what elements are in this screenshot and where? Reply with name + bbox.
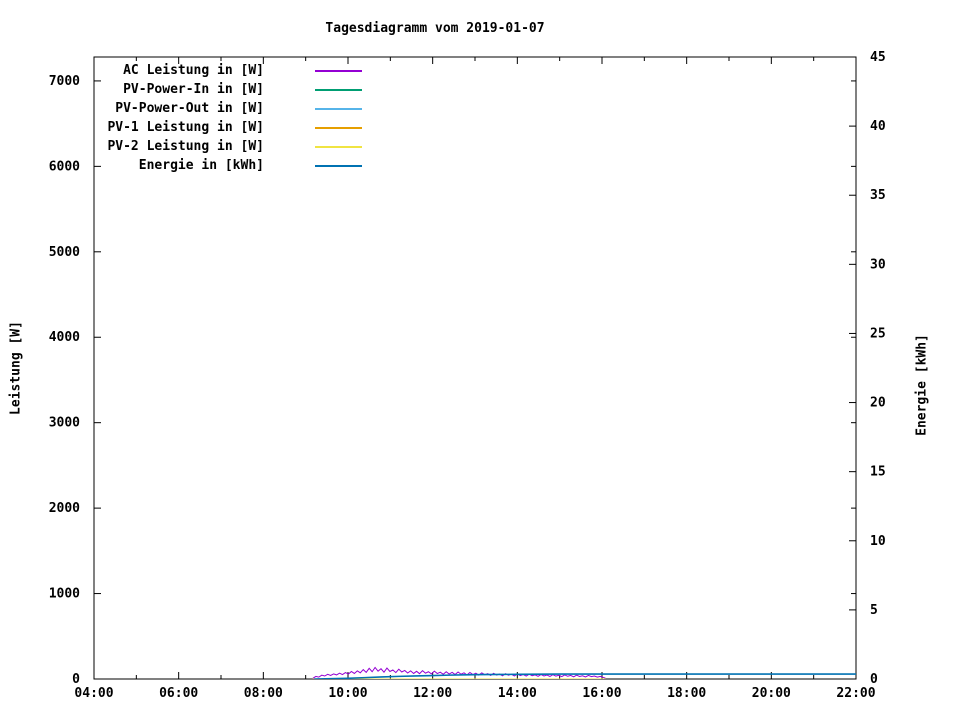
- x-tick-label: 04:00: [74, 686, 113, 701]
- legend-line-sample-pv-2-leistung: [315, 146, 362, 148]
- x-tick-label: 20:00: [752, 686, 791, 701]
- legend-line-sample-pv-power-out: [315, 108, 362, 110]
- legend-label: PV-Power-Out in [W]: [115, 101, 264, 116]
- y-right-tick-label: 35: [870, 188, 886, 203]
- y-right-tick-label: 25: [870, 326, 886, 341]
- x-tick-label: 16:00: [582, 686, 621, 701]
- y-left-tick-label: 1000: [49, 587, 80, 602]
- x-tick-label: 12:00: [413, 686, 452, 701]
- x-tick-label: 18:00: [667, 686, 706, 701]
- x-tick-label: 10:00: [328, 686, 367, 701]
- y-right-tick-label: 5: [870, 603, 878, 618]
- y-right-tick-label: 45: [870, 50, 886, 65]
- y-left-tick-label: 0: [72, 672, 80, 687]
- y-left-tick-label: 3000: [49, 416, 80, 431]
- y-axis-label-right: Energie [kWh]: [914, 334, 930, 436]
- y-left-tick-label: 4000: [49, 330, 80, 345]
- chart-canvas: 04:00 06:00 08:00 10:00 12:00 14:00 16:00 18:00…: [0, 0, 960, 720]
- legend-label: PV-2 Leistung in [W]: [107, 139, 264, 154]
- y-right-tick-label: 15: [870, 465, 886, 480]
- y-left-tick-label: 5000: [49, 245, 80, 260]
- y-left-tick-label: 2000: [49, 501, 80, 516]
- legend-line-sample-pv-power-in: [315, 89, 362, 91]
- y-right-tick-label: 20: [870, 396, 886, 411]
- x-tick-label: 06:00: [159, 686, 198, 701]
- y-right-tick-label: 10: [870, 534, 886, 549]
- legend-label: PV-1 Leistung in [W]: [107, 120, 264, 135]
- y-axis-label-left: Leistung [W]: [8, 321, 24, 415]
- x-tick-label: 22:00: [836, 686, 875, 701]
- legend-line-sample-pv-1-leistung: [315, 127, 362, 129]
- chart-title: Tagesdiagramm vom 2019-01-07: [325, 21, 545, 36]
- legend-line-sample-ac-leistung: [315, 70, 362, 72]
- legend-label: PV-Power-In in [W]: [123, 82, 264, 97]
- y-right-tick-label: 40: [870, 119, 886, 134]
- y-right-tick-label: 30: [870, 257, 886, 272]
- series-line-ac-leistung-in-w: [312, 666, 606, 679]
- x-tick-label: 08:00: [244, 686, 283, 701]
- legend-line-sample-energie: [315, 165, 362, 167]
- y-right-tick-label: 0: [870, 672, 878, 687]
- x-tick-label: 14:00: [498, 686, 537, 701]
- legend-label: Energie in [kWh]: [138, 158, 264, 173]
- legend-label: AC Leistung in [W]: [123, 63, 264, 78]
